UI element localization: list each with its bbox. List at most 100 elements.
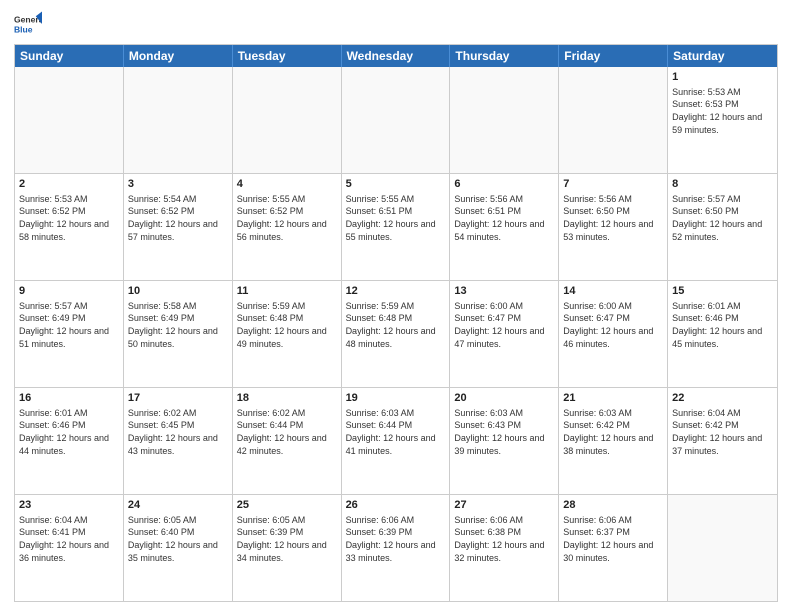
cell-info: Sunrise: 6:06 AM Sunset: 6:39 PM Dayligh… (346, 514, 446, 564)
day-number: 5 (346, 177, 446, 192)
calendar-cell-3-2: 10Sunrise: 5:58 AM Sunset: 6:49 PM Dayli… (124, 281, 233, 387)
calendar-cell-2-2: 3Sunrise: 5:54 AM Sunset: 6:52 PM Daylig… (124, 174, 233, 280)
day-number: 14 (563, 284, 663, 299)
day-number: 4 (237, 177, 337, 192)
calendar-cell-4-6: 21Sunrise: 6:03 AM Sunset: 6:42 PM Dayli… (559, 388, 668, 494)
day-number: 12 (346, 284, 446, 299)
cell-info: Sunrise: 6:06 AM Sunset: 6:38 PM Dayligh… (454, 514, 554, 564)
day-number: 8 (672, 177, 773, 192)
calendar-cell-4-7: 22Sunrise: 6:04 AM Sunset: 6:42 PM Dayli… (668, 388, 777, 494)
cell-info: Sunrise: 6:03 AM Sunset: 6:42 PM Dayligh… (563, 407, 663, 457)
calendar-cell-3-4: 12Sunrise: 5:59 AM Sunset: 6:48 PM Dayli… (342, 281, 451, 387)
calendar-cell-3-7: 15Sunrise: 6:01 AM Sunset: 6:46 PM Dayli… (668, 281, 777, 387)
cell-info: Sunrise: 6:04 AM Sunset: 6:42 PM Dayligh… (672, 407, 773, 457)
calendar-row-1: 1Sunrise: 5:53 AM Sunset: 6:53 PM Daylig… (15, 67, 777, 173)
day-number: 15 (672, 284, 773, 299)
cell-info: Sunrise: 5:59 AM Sunset: 6:48 PM Dayligh… (237, 300, 337, 350)
calendar-cell-1-1 (15, 67, 124, 173)
calendar-cell-4-4: 19Sunrise: 6:03 AM Sunset: 6:44 PM Dayli… (342, 388, 451, 494)
day-number: 17 (128, 391, 228, 406)
calendar-cell-5-7 (668, 495, 777, 601)
calendar-cell-4-1: 16Sunrise: 6:01 AM Sunset: 6:46 PM Dayli… (15, 388, 124, 494)
header: General Blue (14, 10, 778, 38)
cell-info: Sunrise: 6:01 AM Sunset: 6:46 PM Dayligh… (672, 300, 773, 350)
calendar-cell-5-3: 25Sunrise: 6:05 AM Sunset: 6:39 PM Dayli… (233, 495, 342, 601)
calendar-body: 1Sunrise: 5:53 AM Sunset: 6:53 PM Daylig… (15, 67, 777, 601)
calendar-row-4: 16Sunrise: 6:01 AM Sunset: 6:46 PM Dayli… (15, 387, 777, 494)
calendar-cell-4-3: 18Sunrise: 6:02 AM Sunset: 6:44 PM Dayli… (233, 388, 342, 494)
day-number: 10 (128, 284, 228, 299)
day-number: 20 (454, 391, 554, 406)
calendar-cell-1-4 (342, 67, 451, 173)
cell-info: Sunrise: 5:57 AM Sunset: 6:50 PM Dayligh… (672, 193, 773, 243)
calendar-cell-5-1: 23Sunrise: 6:04 AM Sunset: 6:41 PM Dayli… (15, 495, 124, 601)
calendar-cell-5-6: 28Sunrise: 6:06 AM Sunset: 6:37 PM Dayli… (559, 495, 668, 601)
cell-info: Sunrise: 5:55 AM Sunset: 6:52 PM Dayligh… (237, 193, 337, 243)
day-number: 3 (128, 177, 228, 192)
cell-info: Sunrise: 5:53 AM Sunset: 6:52 PM Dayligh… (19, 193, 119, 243)
calendar: SundayMondayTuesdayWednesdayThursdayFrid… (14, 44, 778, 602)
calendar-cell-3-6: 14Sunrise: 6:00 AM Sunset: 6:47 PM Dayli… (559, 281, 668, 387)
cell-info: Sunrise: 6:00 AM Sunset: 6:47 PM Dayligh… (454, 300, 554, 350)
weekday-header-tuesday: Tuesday (233, 45, 342, 67)
calendar-cell-4-2: 17Sunrise: 6:02 AM Sunset: 6:45 PM Dayli… (124, 388, 233, 494)
calendar-cell-4-5: 20Sunrise: 6:03 AM Sunset: 6:43 PM Dayli… (450, 388, 559, 494)
svg-text:Blue: Blue (14, 25, 33, 35)
page: General Blue SundayMondayTuesdayWednesda… (0, 0, 792, 612)
day-number: 19 (346, 391, 446, 406)
weekday-header-thursday: Thursday (450, 45, 559, 67)
day-number: 1 (672, 70, 773, 85)
day-number: 7 (563, 177, 663, 192)
calendar-cell-3-1: 9Sunrise: 5:57 AM Sunset: 6:49 PM Daylig… (15, 281, 124, 387)
calendar-row-2: 2Sunrise: 5:53 AM Sunset: 6:52 PM Daylig… (15, 173, 777, 280)
day-number: 16 (19, 391, 119, 406)
calendar-cell-2-3: 4Sunrise: 5:55 AM Sunset: 6:52 PM Daylig… (233, 174, 342, 280)
cell-info: Sunrise: 5:56 AM Sunset: 6:50 PM Dayligh… (563, 193, 663, 243)
day-number: 26 (346, 498, 446, 513)
calendar-cell-2-5: 6Sunrise: 5:56 AM Sunset: 6:51 PM Daylig… (450, 174, 559, 280)
cell-info: Sunrise: 6:05 AM Sunset: 6:39 PM Dayligh… (237, 514, 337, 564)
logo-icon: General Blue (14, 10, 42, 38)
cell-info: Sunrise: 6:01 AM Sunset: 6:46 PM Dayligh… (19, 407, 119, 457)
day-number: 24 (128, 498, 228, 513)
calendar-cell-5-4: 26Sunrise: 6:06 AM Sunset: 6:39 PM Dayli… (342, 495, 451, 601)
logo: General Blue (14, 10, 42, 38)
calendar-cell-5-5: 27Sunrise: 6:06 AM Sunset: 6:38 PM Dayli… (450, 495, 559, 601)
cell-info: Sunrise: 5:59 AM Sunset: 6:48 PM Dayligh… (346, 300, 446, 350)
cell-info: Sunrise: 5:54 AM Sunset: 6:52 PM Dayligh… (128, 193, 228, 243)
cell-info: Sunrise: 5:57 AM Sunset: 6:49 PM Dayligh… (19, 300, 119, 350)
calendar-cell-2-4: 5Sunrise: 5:55 AM Sunset: 6:51 PM Daylig… (342, 174, 451, 280)
cell-info: Sunrise: 6:03 AM Sunset: 6:44 PM Dayligh… (346, 407, 446, 457)
calendar-row-5: 23Sunrise: 6:04 AM Sunset: 6:41 PM Dayli… (15, 494, 777, 601)
cell-info: Sunrise: 6:00 AM Sunset: 6:47 PM Dayligh… (563, 300, 663, 350)
cell-info: Sunrise: 6:05 AM Sunset: 6:40 PM Dayligh… (128, 514, 228, 564)
calendar-header: SundayMondayTuesdayWednesdayThursdayFrid… (15, 45, 777, 67)
day-number: 22 (672, 391, 773, 406)
day-number: 27 (454, 498, 554, 513)
calendar-cell-1-5 (450, 67, 559, 173)
calendar-cell-1-2 (124, 67, 233, 173)
day-number: 11 (237, 284, 337, 299)
cell-info: Sunrise: 5:58 AM Sunset: 6:49 PM Dayligh… (128, 300, 228, 350)
day-number: 2 (19, 177, 119, 192)
weekday-header-sunday: Sunday (15, 45, 124, 67)
calendar-cell-1-7: 1Sunrise: 5:53 AM Sunset: 6:53 PM Daylig… (668, 67, 777, 173)
day-number: 28 (563, 498, 663, 513)
day-number: 18 (237, 391, 337, 406)
day-number: 21 (563, 391, 663, 406)
weekday-header-saturday: Saturday (668, 45, 777, 67)
weekday-header-wednesday: Wednesday (342, 45, 451, 67)
cell-info: Sunrise: 6:04 AM Sunset: 6:41 PM Dayligh… (19, 514, 119, 564)
day-number: 6 (454, 177, 554, 192)
calendar-cell-3-5: 13Sunrise: 6:00 AM Sunset: 6:47 PM Dayli… (450, 281, 559, 387)
calendar-cell-2-6: 7Sunrise: 5:56 AM Sunset: 6:50 PM Daylig… (559, 174, 668, 280)
calendar-cell-2-7: 8Sunrise: 5:57 AM Sunset: 6:50 PM Daylig… (668, 174, 777, 280)
cell-info: Sunrise: 6:06 AM Sunset: 6:37 PM Dayligh… (563, 514, 663, 564)
calendar-cell-1-6 (559, 67, 668, 173)
weekday-header-friday: Friday (559, 45, 668, 67)
day-number: 9 (19, 284, 119, 299)
cell-info: Sunrise: 5:53 AM Sunset: 6:53 PM Dayligh… (672, 86, 773, 136)
day-number: 13 (454, 284, 554, 299)
cell-info: Sunrise: 5:55 AM Sunset: 6:51 PM Dayligh… (346, 193, 446, 243)
calendar-cell-5-2: 24Sunrise: 6:05 AM Sunset: 6:40 PM Dayli… (124, 495, 233, 601)
